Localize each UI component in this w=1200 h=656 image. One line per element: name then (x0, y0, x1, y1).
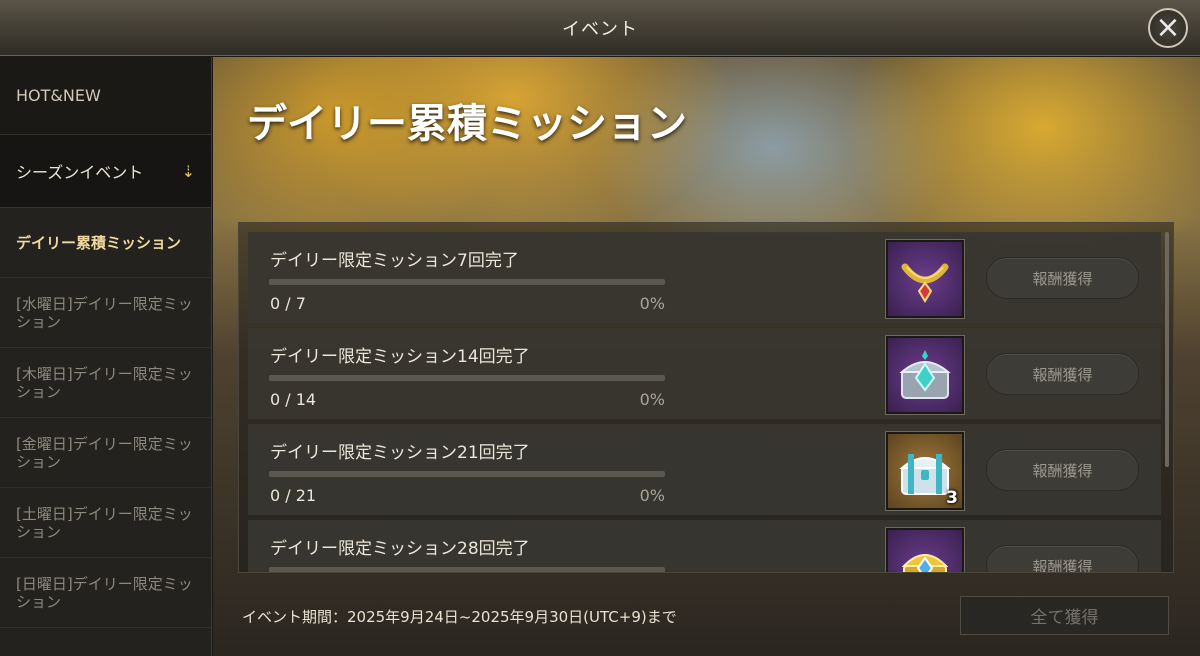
progress-count: 0 / 7 (270, 294, 306, 313)
chevron-down-icon: ⇣ (181, 161, 195, 181)
mission-title: デイリー限定ミッション21回完了 (270, 443, 530, 463)
sidebar-subitem-label: [土曜日]デイリー限定ミッション (16, 504, 193, 541)
claim-reward-button[interactable]: 報酬獲得 (986, 449, 1139, 491)
crystal-chest-icon (888, 338, 962, 412)
sidebar-subitem[interactable]: デイリー累積ミッション (0, 208, 211, 278)
mission-row: デイリー限定ミッション28回完了0 / 280%報酬獲得 (248, 520, 1161, 572)
sidebar-subitem[interactable]: [木曜日]デイリー限定ミッション (0, 348, 211, 418)
reward-slot[interactable] (885, 335, 965, 415)
mission-row: デイリー限定ミッション14回完了 0 / 14 0% 報酬獲得 (248, 328, 1161, 419)
sidebar-subitem-label: [金曜日]デイリー限定ミッション (16, 434, 193, 471)
progress-percent: 0% (639, 486, 665, 505)
reward-slot[interactable] (885, 239, 965, 319)
sidebar-subitem[interactable]: [水曜日]デイリー限定ミッション (0, 278, 211, 348)
necklace-icon (888, 242, 962, 316)
reward-slot[interactable] (885, 527, 965, 572)
progress-percent: 0% (639, 390, 665, 409)
mission-list-frame: デイリー限定ミッション7回完了 0 / 7 0% 報酬獲得 デイリー限定ミッション14回… (238, 222, 1174, 573)
mission-row: デイリー限定ミッション21回完了 0 / 21 0% 3 報酬獲得 (248, 424, 1161, 515)
sidebar-subitem-label: [水曜日]デイリー限定ミッション (16, 294, 193, 331)
mission-title: デイリー限定ミッション28回完了 (270, 539, 530, 559)
claim-reward-button[interactable]: 報酬獲得 (986, 257, 1139, 299)
event-period: イベント期間：2025年9月24日~2025年9月30日(UTC+9)まで (242, 608, 677, 626)
sidebar-item-season-event[interactable]: シーズンイベント ⇣ (0, 135, 211, 208)
progress-bar (269, 471, 665, 477)
page-title: デイリー累積ミッション (247, 101, 687, 147)
mission-row: デイリー限定ミッション7回完了 0 / 7 0% 報酬獲得 (248, 232, 1161, 323)
sidebar: HOT&NEW シーズンイベント ⇣ デイリー累積ミッション [水曜日]デイリー限… (0, 57, 212, 656)
progress-percent: 0% (639, 294, 665, 313)
claim-all-button[interactable]: 全て獲得 (960, 596, 1169, 635)
close-icon[interactable]: × (1148, 8, 1188, 48)
progress-count: 0 / 21 (270, 486, 317, 505)
claim-reward-button[interactable]: 報酬獲得 (986, 353, 1139, 395)
sidebar-item-hot-new[interactable]: HOT&NEW (0, 57, 211, 135)
progress-bar (269, 375, 665, 381)
sidebar-item-label: シーズンイベント (16, 163, 144, 182)
progress-bar (269, 567, 665, 572)
mission-title: デイリー限定ミッション14回完了 (270, 347, 530, 367)
sidebar-subitem[interactable]: [金曜日]デイリー限定ミッション (0, 418, 211, 488)
sidebar-subitem[interactable]: [日曜日]デイリー限定ミッション (0, 558, 211, 628)
window-title: イベント (562, 18, 638, 40)
window-header: イベント × (0, 0, 1200, 56)
scrollbar[interactable] (1165, 232, 1169, 467)
main-panel: デイリー累積ミッション デイリー限定ミッション7回完了 0 / 7 0% 報酬獲得 デイ… (213, 57, 1200, 656)
progress-bar (269, 279, 665, 285)
sidebar-subitem[interactable]: [土曜日]デイリー限定ミッション (0, 488, 211, 558)
mission-title: デイリー限定ミッション7回完了 (270, 251, 519, 271)
sidebar-subitem-label: [日曜日]デイリー限定ミッション (16, 574, 193, 611)
sidebar-item-label: HOT&NEW (16, 86, 101, 105)
sidebar-subitem-label: デイリー累積ミッション (16, 233, 182, 252)
sidebar-subitem-label: [木曜日]デイリー限定ミッション (16, 364, 193, 401)
gold-chest-icon (888, 530, 962, 572)
reward-quantity: 3 (946, 488, 958, 508)
progress-count: 0 / 14 (270, 390, 317, 409)
mission-list: デイリー限定ミッション7回完了 0 / 7 0% 報酬獲得 デイリー限定ミッション14回… (248, 232, 1161, 572)
reward-slot[interactable]: 3 (885, 431, 965, 511)
claim-reward-button[interactable]: 報酬獲得 (986, 545, 1139, 572)
